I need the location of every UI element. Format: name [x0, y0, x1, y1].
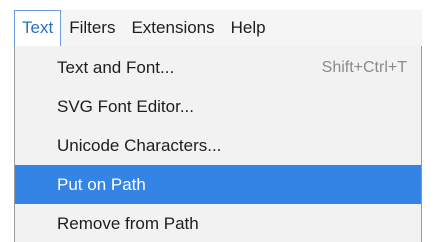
- menu-item-label: Put on Path: [57, 174, 146, 194]
- menu-item-remove-from-path[interactable]: Remove from Path: [15, 204, 421, 242]
- app-window: Text Filters Extensions Help Text and Fo…: [0, 0, 438, 242]
- menu-item-shortcut: Shift+Ctrl+T: [321, 58, 407, 76]
- menu-text[interactable]: Text: [14, 10, 62, 47]
- menu-item-text-and-font[interactable]: Text and Font... Shift+Ctrl+T: [15, 48, 421, 87]
- text-menu-dropdown: Text and Font... Shift+Ctrl+T SVG Font E…: [14, 46, 422, 242]
- menu-item-label: Unicode Characters...: [57, 135, 222, 155]
- menu-item-label: Text and Font...: [57, 57, 175, 77]
- menu-filters[interactable]: Filters: [61, 10, 123, 46]
- menu-item-unicode-characters[interactable]: Unicode Characters...: [15, 126, 421, 165]
- menu-item-svg-font-editor[interactable]: SVG Font Editor...: [15, 87, 421, 126]
- menu-help[interactable]: Help: [223, 10, 274, 46]
- menu-item-put-on-path[interactable]: Put on Path: [15, 165, 421, 204]
- menu-extensions[interactable]: Extensions: [123, 10, 222, 46]
- menu-item-label: Remove from Path: [57, 213, 199, 233]
- menu-bar: Text Filters Extensions Help: [14, 10, 422, 47]
- menu-item-label: SVG Font Editor...: [57, 96, 195, 116]
